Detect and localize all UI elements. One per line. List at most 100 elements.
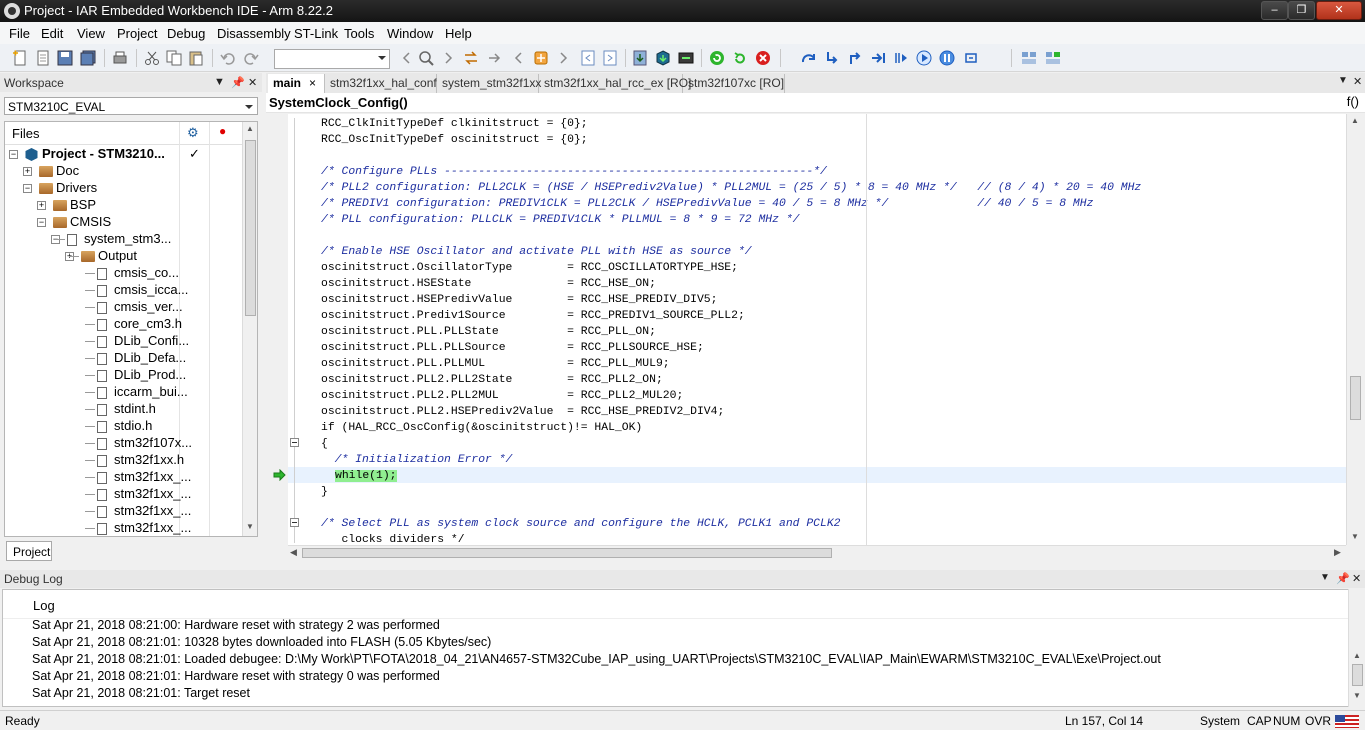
run-to-cursor-icon[interactable] <box>893 50 909 66</box>
tree-item[interactable]: cmsis_icca... <box>5 282 241 299</box>
tree-item[interactable]: − Drivers <box>5 180 241 197</box>
tree-item[interactable]: +Output <box>5 248 241 265</box>
copy-icon[interactable] <box>166 50 182 66</box>
open-file-icon[interactable] <box>35 50 51 66</box>
menu-window[interactable]: Window <box>387 26 433 41</box>
tab-stm32f1xx-hal-rcc-ex[interactable]: stm32f1xx_hal_rcc_ex [RO] <box>539 74 691 93</box>
debug-log-scrollbar[interactable]: ▲ ▼ <box>1348 589 1365 707</box>
tab-stm32f1xx-hal-conf[interactable]: stm32f1xx_hal_conf <box>325 74 437 93</box>
new-file-icon[interactable] <box>12 50 28 66</box>
replace-icon[interactable] <box>463 50 479 66</box>
undo-icon[interactable] <box>220 50 236 66</box>
step-into-icon[interactable] <box>824 50 840 66</box>
tree-item[interactable]: − CMSIS <box>5 214 241 231</box>
code-editor[interactable]: RCC_ClkInitTypeDef clkinitstruct = {0}; R… <box>288 114 1346 545</box>
tree-item[interactable]: stm32f1xx.h <box>5 452 241 469</box>
fold-toggle[interactable] <box>290 518 299 527</box>
tab-project[interactable]: Project <box>6 541 52 561</box>
expand-icon[interactable]: + <box>23 167 32 176</box>
tree-item[interactable]: + Doc <box>5 163 241 180</box>
tree-item[interactable]: stm32f1xx_... <box>5 503 241 520</box>
maximize-button[interactable]: ❐ <box>1288 1 1315 20</box>
menu-project[interactable]: Project <box>117 26 157 41</box>
break-icon[interactable] <box>939 50 955 66</box>
find-next-icon[interactable] <box>441 50 457 66</box>
close-editor-icon[interactable]: ✕ <box>1353 75 1362 88</box>
reset-icon[interactable] <box>709 50 725 66</box>
tree-item[interactable]: stm32f107x... <box>5 435 241 452</box>
stop-debugging-icon[interactable] <box>755 50 771 66</box>
find-icon[interactable] <box>418 50 434 66</box>
tab-system-stm32f1xx[interactable]: system_stm32f1xx <box>437 74 541 93</box>
go-icon[interactable] <box>916 50 932 66</box>
make-icon[interactable] <box>655 50 671 66</box>
tree-item[interactable]: DLib_Prod... <box>5 367 241 384</box>
tree-item[interactable]: cmsis_ver... <box>5 299 241 316</box>
tree-item[interactable]: core_cm3.h <box>5 316 241 333</box>
tree-item[interactable]: stdio.h <box>5 418 241 435</box>
menu-view[interactable]: View <box>77 26 105 41</box>
menu-tools[interactable]: Tools <box>344 26 374 41</box>
tree-item[interactable]: −system_stm3... <box>5 231 241 248</box>
next-bookmark-icon[interactable] <box>602 50 618 66</box>
editor-gutter[interactable] <box>268 114 288 545</box>
collapse-icon[interactable]: − <box>23 184 32 193</box>
menu-file[interactable]: File <box>9 26 30 41</box>
expand-icon[interactable]: + <box>37 201 46 210</box>
fold-toggle[interactable] <box>290 438 299 447</box>
download-and-debug-icon[interactable] <box>678 50 694 66</box>
redo-icon[interactable] <box>243 50 259 66</box>
configuration-select[interactable]: STM3210C_EVAL <box>4 97 258 115</box>
tree-item[interactable]: DLib_Defa... <box>5 350 241 367</box>
function-list-icon[interactable]: f() <box>1347 94 1359 109</box>
step-out-icon[interactable] <box>847 50 863 66</box>
tree-item[interactable]: iccarm_bui... <box>5 384 241 401</box>
tab-list-chevron-icon[interactable]: ▼ <box>1338 75 1348 86</box>
find-combo[interactable] <box>274 49 390 69</box>
find-previous-icon[interactable] <box>398 50 414 66</box>
language-flag-icon[interactable] <box>1335 715 1359 728</box>
tab-main[interactable]: main × <box>268 74 325 93</box>
tree-item[interactable]: DLib_Confi... <box>5 333 241 350</box>
navigate-forward-icon[interactable] <box>556 50 572 66</box>
step-over-icon[interactable] <box>800 50 816 66</box>
compile-icon[interactable] <box>632 50 648 66</box>
paste-icon[interactable] <box>188 50 204 66</box>
collapse-icon[interactable]: − <box>37 218 46 227</box>
menu-edit[interactable]: Edit <box>41 26 63 41</box>
print-icon[interactable] <box>112 50 128 66</box>
cut-icon[interactable] <box>144 50 160 66</box>
window-layout-icon[interactable] <box>1021 50 1037 66</box>
go-to-icon[interactable] <box>487 50 503 66</box>
minimize-button[interactable]: – <box>1261 1 1288 20</box>
close-icon[interactable]: ✕ <box>1352 572 1361 585</box>
close-icon[interactable]: ✕ <box>248 76 257 89</box>
editor-vertical-scrollbar[interactable]: ▲ ▼ <box>1346 114 1363 545</box>
settings-gear-icon[interactable]: ⚙ <box>187 125 199 141</box>
toggle-bookmark-icon[interactable] <box>533 50 549 66</box>
workspace-scrollbar[interactable]: ▲ ▼ <box>242 122 257 536</box>
tree-item[interactable]: stm32f1xx_... <box>5 469 241 486</box>
pin-icon[interactable]: 📌 <box>1336 572 1350 585</box>
tab-stm32f107xc[interactable]: stm32f107xc [RO] <box>683 74 785 93</box>
collapse-icon[interactable]: − <box>9 150 18 159</box>
tree-item[interactable]: stm32f1xx_... <box>5 486 241 503</box>
menu-disassembly[interactable]: Disassembly <box>217 26 291 41</box>
pin-icon[interactable]: 📌 <box>231 76 245 89</box>
tab-close-icon[interactable]: × <box>309 76 316 90</box>
menu-debug[interactable]: Debug <box>167 26 205 41</box>
navigate-back-icon[interactable] <box>510 50 526 66</box>
menu-st-link[interactable]: ST-Link <box>294 26 338 41</box>
function-navigator[interactable]: SystemClock_Config() f() <box>266 93 1365 113</box>
tree-item[interactable]: stm32f1xx_... <box>5 520 241 536</box>
tree-item[interactable]: + BSP <box>5 197 241 214</box>
previous-bookmark-icon[interactable] <box>580 50 596 66</box>
breakpoint-dropdown-icon[interactable] <box>963 50 979 66</box>
tree-item[interactable]: stdint.h <box>5 401 241 418</box>
save-all-icon[interactable] <box>80 50 96 66</box>
chevron-down-icon[interactable]: ▼ <box>1320 572 1330 583</box>
menu-help[interactable]: Help <box>445 26 472 41</box>
chevron-down-icon[interactable]: ▼ <box>214 76 225 88</box>
restart-icon[interactable] <box>732 50 748 66</box>
tree-item[interactable]: − Project - STM3210... ✓ <box>5 146 241 163</box>
